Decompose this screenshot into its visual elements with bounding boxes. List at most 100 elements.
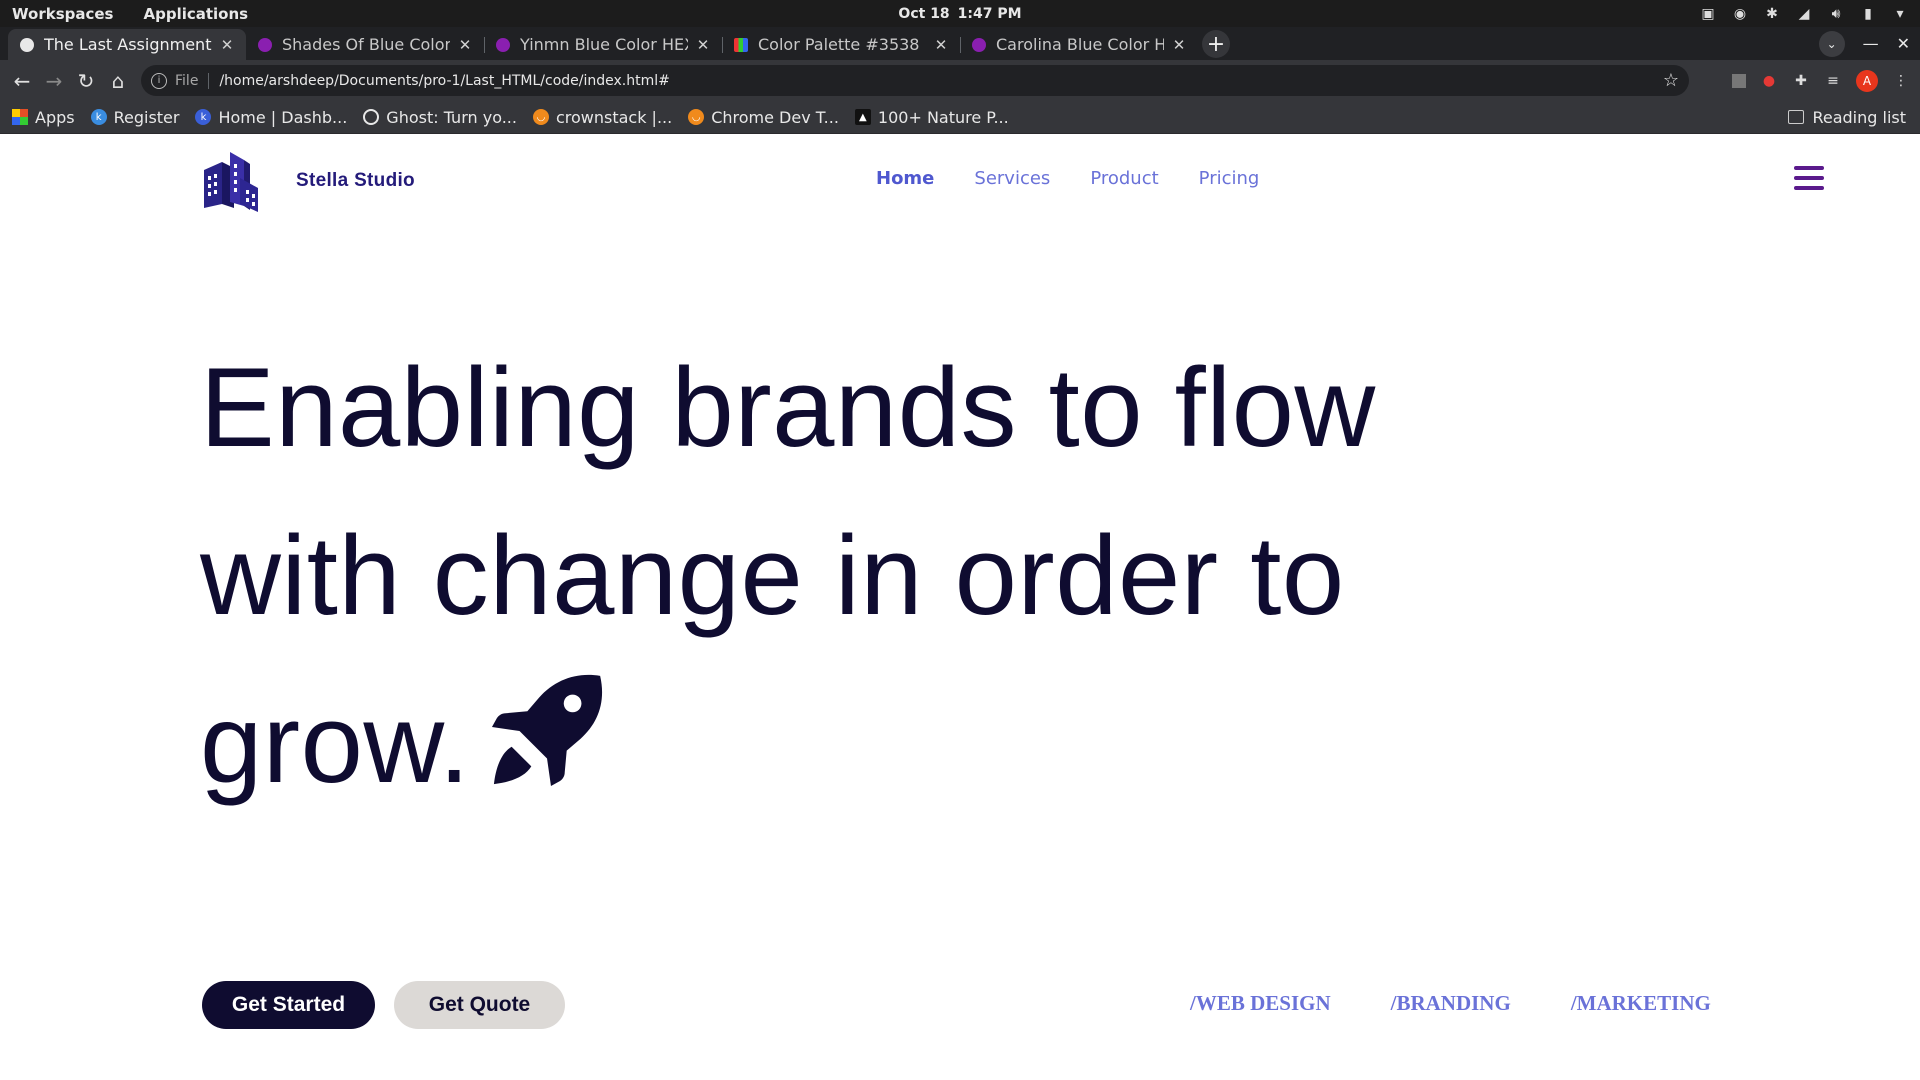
bookmark-label: Chrome Dev T... <box>711 107 839 127</box>
bookmark-apps[interactable]: Apps <box>12 108 75 127</box>
screens-icon[interactable]: ▣ <box>1700 6 1716 22</box>
hamburger-menu-icon[interactable] <box>1794 164 1824 192</box>
browser-tab[interactable]: Color Palette #3538 | Col ✕ <box>722 29 960 60</box>
wifi-icon[interactable]: ◢ <box>1796 6 1812 22</box>
rocket-icon <box>492 674 603 787</box>
k-logo-icon: k <box>195 109 212 125</box>
close-icon[interactable]: ✕ <box>1172 36 1186 54</box>
browser-tab[interactable]: Yinmn Blue Color HEX Co ✕ <box>484 29 722 60</box>
tab-title: Color Palette #3538 | Col <box>758 35 926 54</box>
extensions-puzzle-icon[interactable]: ✚ <box>1792 72 1810 90</box>
brand-name[interactable]: Stella Studio <box>296 170 415 192</box>
bookmark-label: Register <box>113 107 180 127</box>
reload-icon[interactable]: ↻ <box>70 65 102 97</box>
site-info-icon[interactable]: i <box>151 72 167 89</box>
main-nav: Home Services Product Pricing <box>876 168 1259 189</box>
close-icon[interactable]: ✕ <box>696 36 710 54</box>
nav-product[interactable]: Product <box>1090 168 1158 189</box>
buildings-logo-icon[interactable] <box>200 148 264 214</box>
bookmark-home-dashboard[interactable]: k Home | Dashb... <box>195 108 347 127</box>
nav-pricing[interactable]: Pricing <box>1199 168 1260 189</box>
nature-site-icon: ▲ <box>854 109 871 125</box>
address-scheme-label: File <box>175 72 199 89</box>
bookmark-label: Apps <box>35 107 75 127</box>
browser-tab[interactable]: The Last Assignment ✕ <box>8 29 246 60</box>
reading-list-label: Reading list <box>1812 107 1906 127</box>
os-menu-workspaces[interactable]: Workspaces <box>12 5 113 23</box>
new-tab-button[interactable]: + <box>1202 30 1230 58</box>
bookmark-label: 100+ Nature P... <box>877 107 1009 127</box>
tray-menu-chevron-icon[interactable]: ▾ <box>1892 6 1908 22</box>
close-icon[interactable]: ✕ <box>934 36 948 54</box>
bookmark-label: crownstack |... <box>555 107 673 127</box>
tab-strip: The Last Assignment ✕ Shades Of Blue Col… <box>0 27 1920 60</box>
site-favicon-icon <box>496 37 510 52</box>
close-icon[interactable]: ✕ <box>220 36 234 54</box>
address-bar[interactable]: i File /home/arshdeep/Documents/pro-1/La… <box>141 65 1689 96</box>
extension-red-shield-icon[interactable]: ● <box>1760 72 1778 90</box>
os-date: Oct 18 <box>898 5 950 22</box>
crownstack-icon: ◡ <box>532 109 549 125</box>
service-tags: /WEB DESIGN /BRANDING /MARKETING <box>1190 991 1711 1016</box>
close-icon[interactable]: ✕ <box>458 36 472 54</box>
bookmarks-bar: Apps k Register k Home | Dashb... Ghost:… <box>0 101 1920 134</box>
address-url[interactable]: /home/arshdeep/Documents/pro-1/Last_HTML… <box>219 73 669 89</box>
nav-home[interactable]: Home <box>876 168 934 189</box>
tab-title: Yinmn Blue Color HEX Co <box>520 35 688 54</box>
web-page: Stella Studio Home Services Product Pric… <box>0 134 1920 1080</box>
back-arrow-icon[interactable]: ← <box>6 65 38 97</box>
bookmark-label: Home | Dashb... <box>218 107 348 127</box>
tag-branding[interactable]: /BRANDING <box>1391 991 1511 1016</box>
chrome-page-icon <box>20 37 34 52</box>
os-time: 1:47 PM <box>957 5 1022 22</box>
media-queue-icon[interactable]: ≡ <box>1824 72 1842 90</box>
home-icon[interactable]: ⌂ <box>102 65 134 97</box>
tab-search-chevron-icon[interactable]: ⌄ <box>1818 30 1845 57</box>
slack-icon[interactable]: ✱ <box>1764 6 1780 22</box>
reading-list-button[interactable]: Reading list <box>1788 108 1906 127</box>
system-tray: ▣ ◉ ✱ ◢ 🔊︎ ▮ ▾ <box>1700 0 1908 27</box>
site-favicon-icon <box>972 37 986 52</box>
reading-list-icon <box>1788 110 1805 124</box>
os-clock[interactable]: Oct 18 1:47 PM <box>0 6 1920 22</box>
forward-arrow-icon[interactable]: → <box>38 65 70 97</box>
ghost-circle-icon <box>363 109 380 125</box>
site-favicon-icon <box>258 37 272 52</box>
browser-menu-icon[interactable]: ⋮ <box>1892 72 1910 90</box>
chrome-dev-icon: ◡ <box>688 109 705 125</box>
hero-line-1: Enabling brands to flow <box>200 345 1376 470</box>
hero-line-2: with change in order to <box>200 513 1345 638</box>
bookmark-chrome-dev[interactable]: ◡ Chrome Dev T... <box>688 108 839 127</box>
bookmark-star-icon[interactable]: ☆ <box>1663 70 1679 91</box>
os-menu-applications[interactable]: Applications <box>143 5 248 23</box>
address-divider <box>208 72 210 89</box>
tab-title: Shades Of Blue Color: +5 <box>282 35 450 54</box>
bookmark-crownstack[interactable]: ◡ crownstack |... <box>532 107 673 127</box>
bookmark-nature[interactable]: ▲ 100+ Nature P... <box>854 107 1009 127</box>
get-quote-button[interactable]: Get Quote <box>394 981 565 1029</box>
extension-square-icon[interactable] <box>1732 73 1746 88</box>
minimize-icon[interactable]: — <box>1863 34 1879 53</box>
hero-heading: Enabling brands to flow with change in o… <box>200 324 1500 828</box>
get-started-button[interactable]: Get Started <box>202 981 375 1029</box>
bookmark-ghost[interactable]: Ghost: Turn yo... <box>363 108 517 127</box>
bookmark-register[interactable]: k Register <box>90 107 180 127</box>
browser-tab[interactable]: Carolina Blue Color HEX ✕ <box>960 29 1198 60</box>
k-logo-icon: k <box>90 109 107 125</box>
tab-title: The Last Assignment <box>44 35 212 54</box>
profile-avatar[interactable]: A <box>1856 69 1878 92</box>
nav-services[interactable]: Services <box>974 168 1050 189</box>
tab-title: Carolina Blue Color HEX <box>996 35 1164 54</box>
tag-marketing[interactable]: /MARKETING <box>1571 991 1711 1016</box>
volume-icon[interactable]: 🔊︎ <box>1828 6 1844 22</box>
tag-web-design[interactable]: /WEB DESIGN <box>1190 991 1331 1016</box>
os-top-bar: Workspaces Applications Oct 18 1:47 PM ▣ … <box>0 0 1920 27</box>
battery-icon[interactable]: ▮ <box>1860 6 1876 22</box>
close-window-icon[interactable]: ✕ <box>1897 34 1910 53</box>
apps-grid-icon <box>12 109 28 125</box>
browser-toolbar: ← → ↻ ⌂ i File /home/arshdeep/Documents/… <box>0 60 1920 101</box>
discord-icon[interactable]: ◉ <box>1732 6 1748 22</box>
browser-tab[interactable]: Shades Of Blue Color: +5 ✕ <box>246 29 484 60</box>
site-favicon-icon <box>734 37 748 52</box>
hero-line-3: grow. <box>200 681 471 806</box>
